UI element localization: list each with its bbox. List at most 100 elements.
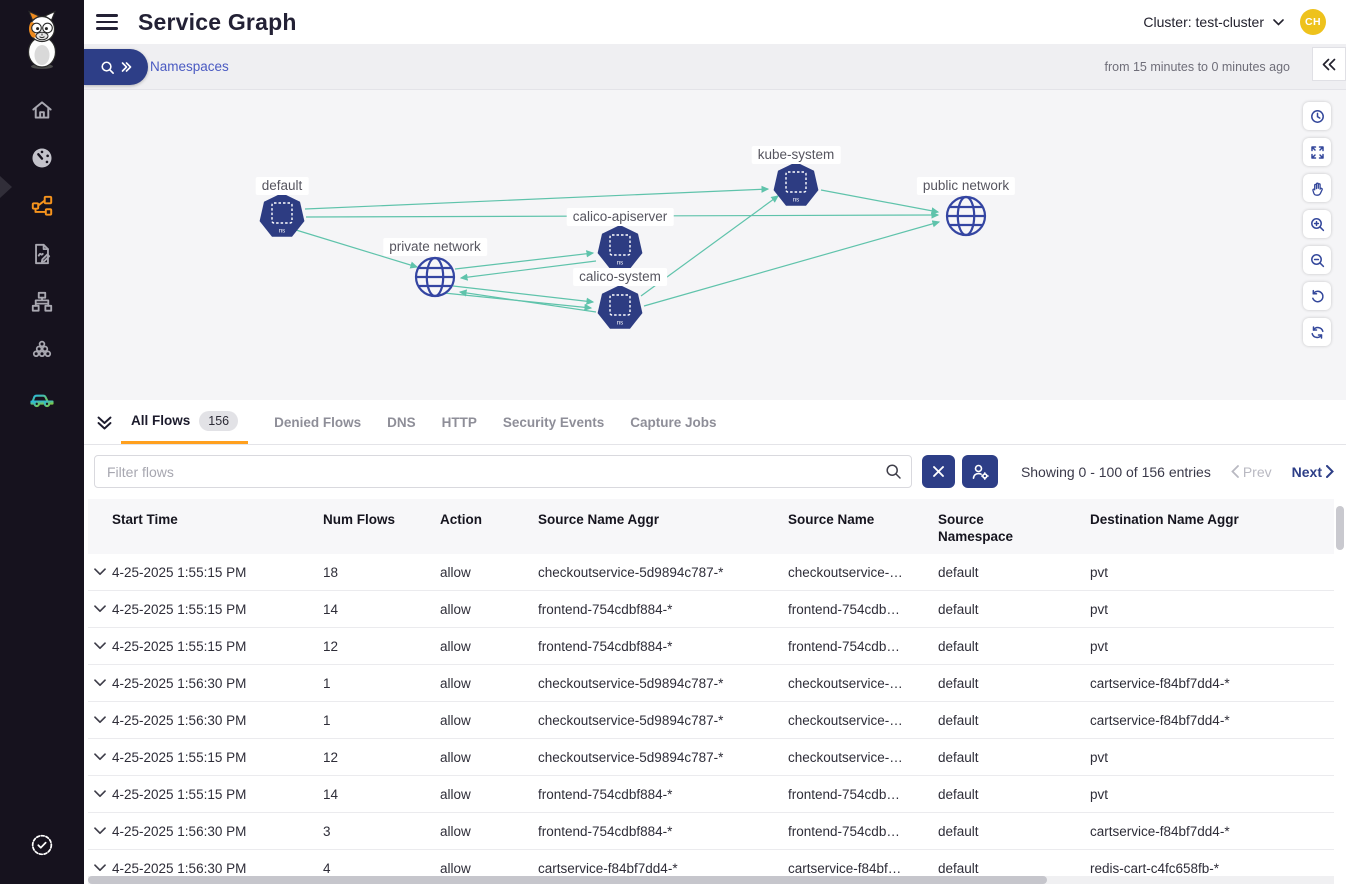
node-public-network (947, 197, 985, 235)
cell-start-time: 4-25-2025 1:56:30 PM (112, 824, 323, 839)
column-header-action[interactable]: Action (440, 512, 538, 527)
clear-filter-button[interactable] (922, 455, 955, 488)
cell-source-namespace: default (938, 824, 1090, 839)
sidebar-item-car[interactable] (25, 381, 59, 415)
cell-source-name: frontend-754cdb… (788, 824, 938, 839)
cluster-selector-label: Cluster: test-cluster (1143, 14, 1264, 30)
sidebar-item-policies[interactable] (25, 237, 59, 271)
tab-denied-flows[interactable]: Denied Flows (274, 400, 361, 444)
tab-security-events[interactable]: Security Events (503, 400, 604, 444)
column-header-source-name-aggr[interactable]: Source Name Aggr (538, 512, 788, 527)
tab-http[interactable]: HTTP (442, 400, 477, 444)
chevrons-right-icon (120, 61, 132, 73)
table-row[interactable]: 4-25-2025 1:55:15 PM 12 allow checkoutse… (88, 739, 1334, 776)
service-graph-canvas[interactable]: ns ns ns ns (84, 90, 1346, 400)
cell-dest-name-aggr: pvt (1090, 565, 1334, 580)
page-title: Service Graph (138, 9, 297, 36)
table-row[interactable]: 4-25-2025 1:55:15 PM 12 allow frontend-7… (88, 628, 1334, 665)
node-label[interactable]: public network (917, 177, 1015, 195)
sidebar-item-network[interactable] (25, 285, 59, 319)
node-label[interactable]: calico-apiserver (567, 208, 674, 226)
cell-action: allow (440, 602, 538, 617)
network-icon (29, 289, 55, 315)
next-page-button[interactable]: Next (1292, 464, 1334, 480)
sidebar-item-home[interactable] (25, 93, 59, 127)
cell-source-namespace: default (938, 602, 1090, 617)
row-expand-icon[interactable] (88, 642, 112, 650)
cell-start-time: 4-25-2025 1:56:30 PM (112, 861, 323, 876)
cluster-selector[interactable]: Cluster: test-cluster (1143, 14, 1284, 30)
table-row[interactable]: 4-25-2025 1:55:15 PM 14 allow frontend-7… (88, 591, 1334, 628)
hamburger-menu-icon[interactable] (96, 14, 118, 30)
column-header-dest-name-aggr[interactable]: Destination Name Aggr (1090, 512, 1334, 527)
vertical-scrollbar[interactable] (1336, 506, 1344, 550)
pagination: Showing 0 - 100 of 156 entries Prev Next (1021, 455, 1334, 488)
row-expand-icon[interactable] (88, 790, 112, 798)
flows-table-body: 4-25-2025 1:55:15 PM 18 allow checkoutse… (88, 554, 1334, 884)
customize-columns-button[interactable] (962, 455, 998, 488)
table-row[interactable]: 4-25-2025 1:56:30 PM 1 allow checkoutser… (88, 665, 1334, 702)
node-label[interactable]: private network (383, 238, 487, 256)
flows-panel: All Flows 156 Denied Flows DNS HTTP Secu… (84, 400, 1346, 884)
cell-start-time: 4-25-2025 1:56:30 PM (112, 713, 323, 728)
undo-button[interactable] (1303, 282, 1331, 310)
cell-source-name-aggr: checkoutservice-5d9894c787-* (538, 676, 788, 691)
car-icon (28, 384, 56, 412)
node-calico-apiserver: ns (598, 225, 643, 269)
cell-start-time: 4-25-2025 1:55:15 PM (112, 639, 323, 654)
cell-source-name: cartservice-f84bf… (788, 861, 938, 876)
cell-num-flows: 4 (323, 861, 440, 876)
app-window: Service Graph Cluster: test-cluster CH N… (0, 0, 1346, 884)
node-label[interactable]: kube-system (752, 146, 841, 164)
column-header-source-name[interactable]: Source Name (788, 512, 938, 527)
collapse-panel-button[interactable] (1312, 47, 1346, 81)
column-header-num-flows[interactable]: Num Flows (323, 512, 440, 527)
table-row[interactable]: 4-25-2025 1:55:15 PM 14 allow frontend-7… (88, 776, 1334, 813)
row-expand-icon[interactable] (88, 716, 112, 724)
tab-dns[interactable]: DNS (387, 400, 416, 444)
zoom-out-button[interactable] (1303, 246, 1331, 274)
cell-num-flows: 12 (323, 750, 440, 765)
sidebar-item-components[interactable] (25, 333, 59, 367)
tab-all-flows[interactable]: All Flows 156 (121, 400, 248, 444)
avatar[interactable]: CH (1300, 9, 1326, 35)
row-expand-icon[interactable] (88, 753, 112, 761)
time-range-label: from 15 minutes to 0 minutes ago (1104, 44, 1290, 89)
node-label[interactable]: default (256, 177, 309, 195)
breadcrumb[interactable]: Namespaces (150, 44, 229, 89)
panel-collapse-button[interactable] (96, 414, 113, 431)
cell-action: allow (440, 565, 538, 580)
cell-source-namespace: default (938, 639, 1090, 654)
prev-page-button[interactable]: Prev (1231, 464, 1272, 480)
horizontal-scrollbar-track[interactable] (88, 876, 1334, 884)
table-row[interactable]: 4-25-2025 1:56:30 PM 3 allow frontend-75… (88, 813, 1334, 850)
graph-search-button[interactable] (84, 49, 148, 85)
fit-screen-button[interactable] (1303, 138, 1331, 166)
cell-dest-name-aggr: cartservice-f84bf7dd4-* (1090, 676, 1334, 691)
cell-source-namespace: default (938, 565, 1090, 580)
zoom-in-button[interactable] (1303, 210, 1331, 238)
row-expand-icon[interactable] (88, 605, 112, 613)
column-header-start-time[interactable]: Start Time (112, 512, 323, 527)
refresh-button[interactable] (1303, 318, 1331, 346)
column-header-source-namespace[interactable]: Source Namespace (938, 512, 1090, 546)
sidebar-item-dashboard[interactable] (25, 141, 59, 175)
horizontal-scrollbar-thumb[interactable] (88, 876, 1047, 884)
row-expand-icon[interactable] (88, 827, 112, 835)
row-expand-icon[interactable] (88, 864, 112, 872)
row-expand-icon[interactable] (88, 568, 112, 576)
pan-hand-button[interactable] (1303, 174, 1331, 202)
table-row[interactable]: 4-25-2025 1:56:30 PM 1 allow checkoutser… (88, 702, 1334, 739)
filter-flows-input[interactable] (94, 455, 912, 488)
svg-text:ns: ns (793, 198, 799, 204)
node-label[interactable]: calico-system (573, 268, 667, 286)
sidebar-item-compliance[interactable] (25, 828, 59, 862)
chevrons-down-icon (96, 414, 113, 431)
row-expand-icon[interactable] (88, 679, 112, 687)
tab-capture-jobs[interactable]: Capture Jobs (630, 400, 716, 444)
calico-cat-logo (19, 8, 65, 75)
table-row[interactable]: 4-25-2025 1:55:15 PM 18 allow checkoutse… (88, 554, 1334, 591)
time-settings-button[interactable] (1303, 102, 1331, 130)
chevron-down-icon (1273, 19, 1284, 26)
sidebar-item-service-graph[interactable] (25, 189, 59, 223)
